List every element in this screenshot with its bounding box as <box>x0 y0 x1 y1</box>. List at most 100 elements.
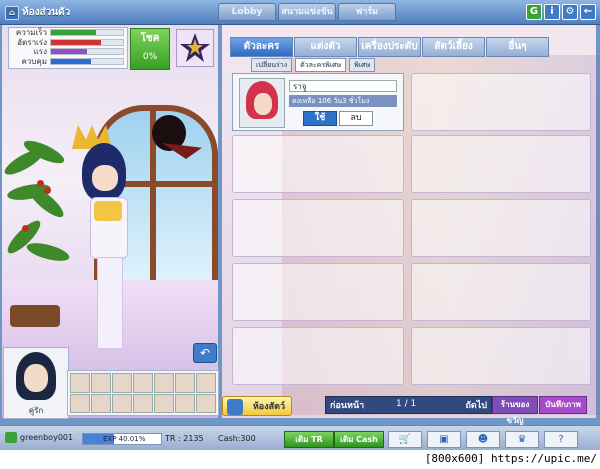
username: greenboy001 <box>20 433 74 442</box>
face-slot[interactable] <box>133 373 153 393</box>
subtab-special-character[interactable]: ตัวละครพิเศษ <box>295 58 347 72</box>
gift-shop-button[interactable]: ร้านของขวัญ <box>492 396 538 425</box>
pet-room-button[interactable]: ห้องสัตว์ <box>222 396 292 416</box>
item-card-selected[interactable]: ราจู คงเหลือ 106 วัน3 ชั่วโมง ใช้ ลบ <box>232 73 404 131</box>
status-bar: greenboy001 EXP 40.01% TR : 2135 Cash:30… <box>0 425 600 450</box>
nav-icons: 🛒 ▣ ☻ ♛ ? <box>388 431 578 448</box>
exp-text: EXP 40.01% <box>103 435 146 443</box>
face-slot[interactable] <box>91 393 111 413</box>
stat-bar-fill <box>51 58 91 64</box>
item-name: ราจู <box>289 80 397 92</box>
help-icon[interactable]: ? <box>544 431 578 448</box>
item-slot[interactable] <box>411 327 591 385</box>
face-slot[interactable] <box>91 373 111 393</box>
star-badge-icon <box>176 29 214 67</box>
face-slot[interactable] <box>154 393 174 413</box>
pet-room-label: ห้องสัตว์ <box>252 402 285 412</box>
face-slot[interactable] <box>175 393 195 413</box>
rotate-undo-icon[interactable]: ↶ <box>193 343 217 363</box>
stat-label: ควบคุม <box>21 56 47 66</box>
window-buttons: G i ⚙ ← <box>526 4 596 20</box>
character-legs <box>97 257 123 349</box>
pager: ก่อนหน้า 1 / 1 ถัดไป <box>325 396 492 414</box>
character-face <box>92 165 118 191</box>
face-slot[interactable] <box>154 373 174 393</box>
item-slot[interactable] <box>411 263 591 321</box>
info-button[interactable]: i <box>544 4 560 20</box>
item-slot[interactable] <box>232 327 404 385</box>
item-slot[interactable] <box>411 73 591 131</box>
tab-outfit[interactable]: แต่งตัว <box>294 37 357 57</box>
subtab-transform[interactable]: เปลี่ยนร่าง <box>251 58 293 72</box>
face-slot[interactable] <box>70 393 90 413</box>
home-icon: ⌂ <box>5 5 19 20</box>
g-button[interactable]: G <box>526 4 542 20</box>
item-slot[interactable] <box>411 199 591 257</box>
cart-icon[interactable]: 🛒 <box>388 431 422 448</box>
page-indicator: 1 / 1 <box>396 399 417 409</box>
user-info: greenboy001 <box>5 432 73 443</box>
save-image-button[interactable]: บันทึกภาพ <box>539 396 587 414</box>
people-icon[interactable]: ☻ <box>466 431 500 448</box>
face-grid <box>67 370 219 416</box>
delete-button[interactable]: ลบ <box>339 111 373 126</box>
watermark-text: [800x600] https://upic.me/ <box>424 452 597 465</box>
sub-tabs: เปลี่ยนร่าง ตัวละครพิเศษ พิเศษ <box>251 58 376 72</box>
shirt-icon <box>227 399 243 415</box>
tab-other[interactable]: อื่นๆ <box>486 37 549 57</box>
exit-arrow-icon[interactable]: ← <box>580 4 596 20</box>
face-slot[interactable] <box>196 373 216 393</box>
item-duration: คงเหลือ 106 วัน3 ชั่วโมง <box>289 95 397 107</box>
face-slot[interactable] <box>112 373 132 393</box>
tab-character[interactable]: ตัวละคร <box>230 37 293 57</box>
partner-label: คู่รัก <box>28 406 44 415</box>
title-bar: ⌂ ห้องส่วนตัว Lobby สนามแข่งขัน ฟาร์ม G … <box>0 0 600 25</box>
topup-cash-button[interactable]: เติม Cash <box>334 431 384 448</box>
face-slot[interactable] <box>175 373 195 393</box>
partner-portrait[interactable]: คู่รัก <box>3 347 69 419</box>
window-title-text: ห้องส่วนตัว <box>22 7 71 18</box>
stats-panel: ความเร็ว อัตราเร่ง แรง ควบคุม <box>8 27 128 69</box>
inventory-panel: ตัวละคร แต่งตัว เครื่องประดับ สัตว์เลี้ย… <box>222 25 600 425</box>
trophy-icon[interactable]: ♛ <box>505 431 539 448</box>
item-slot[interactable] <box>232 199 404 257</box>
luck-label: โชค <box>140 33 160 44</box>
cash-balance: Cash:300 <box>218 434 256 443</box>
game-window: ⌂ ห้องส่วนตัว Lobby สนามแข่งขัน ฟาร์ม G … <box>0 0 600 450</box>
tab-pet[interactable]: สัตว์เลี้ยง <box>422 37 485 57</box>
main-tabs: ตัวละคร แต่งตัว เครื่องประดับ สัตว์เลี้ย… <box>230 37 549 57</box>
face-slot[interactable] <box>133 393 153 413</box>
top-tabs: Lobby สนามแข่งขัน ฟาร์ม <box>218 3 396 21</box>
stat-bar-fill <box>51 39 102 45</box>
watermark-bar: [800x600] https://upic.me/ <box>0 450 600 469</box>
character-armor <box>94 201 122 221</box>
tab-lobby[interactable]: Lobby <box>218 3 276 21</box>
tab-accessory[interactable]: เครื่องประดับ <box>358 37 421 57</box>
subtab-special[interactable]: พิเศษ <box>349 58 376 72</box>
item-slot[interactable] <box>232 135 404 193</box>
tab-race[interactable]: สนามแข่งขัน <box>278 3 336 21</box>
stat-bar-fill <box>51 30 96 36</box>
face-slot[interactable] <box>112 393 132 413</box>
stat-bar-fill <box>51 49 87 55</box>
next-page-button[interactable]: ถัดไป <box>465 398 487 412</box>
exp-bar: EXP 40.01% <box>82 433 162 445</box>
item-slot[interactable] <box>411 135 591 193</box>
potted-plant <box>2 135 72 327</box>
tab-farm[interactable]: ฟาร์ม <box>338 3 396 21</box>
tr-balance: TR : 2135 <box>165 434 204 443</box>
item-slot[interactable] <box>232 263 404 321</box>
luck-value: 0% <box>142 52 158 62</box>
stat-row: ควบคุม <box>9 57 127 67</box>
bag-icon[interactable]: ▣ <box>427 431 461 448</box>
face-slot[interactable] <box>70 373 90 393</box>
settings-gear-icon[interactable]: ⚙ <box>562 4 578 20</box>
face-slot[interactable] <box>196 393 216 413</box>
window-title: ⌂ ห้องส่วนตัว <box>5 5 70 20</box>
item-avatar <box>239 78 285 128</box>
use-button[interactable]: ใช้ <box>303 111 337 126</box>
prev-page-button[interactable]: ก่อนหน้า <box>330 398 364 412</box>
luck-box: โชค 0% <box>130 28 170 70</box>
topup-tr-button[interactable]: เติม TR <box>284 431 334 448</box>
user-rank-icon <box>5 432 17 443</box>
